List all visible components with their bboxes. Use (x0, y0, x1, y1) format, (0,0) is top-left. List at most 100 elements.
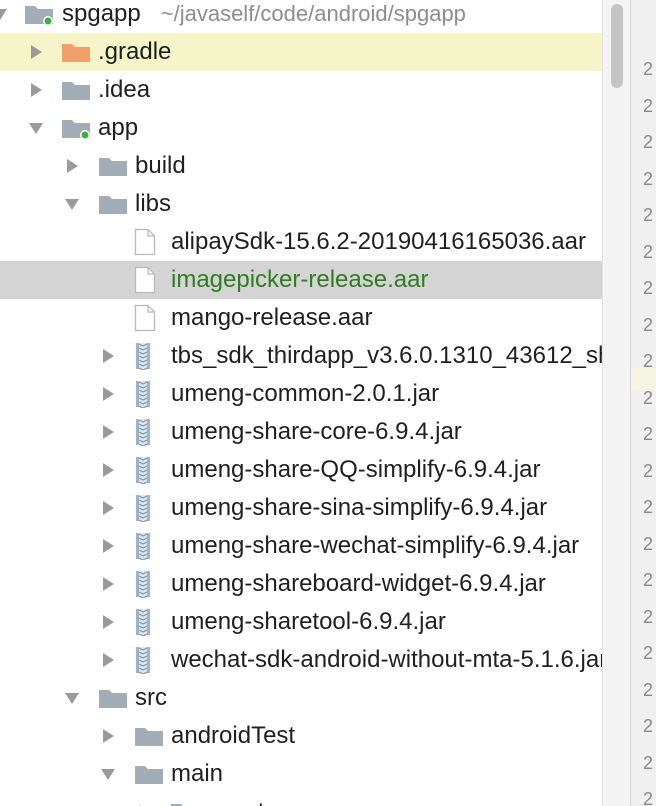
chevron-right-icon[interactable] (100, 728, 116, 744)
jar-icon (134, 456, 152, 489)
tree-item-label: umeng-share-core-6.9.4.jar (171, 418, 462, 445)
tree-item-label: .gradle (98, 38, 172, 65)
folder-icon (61, 79, 91, 106)
folder-icon (98, 155, 128, 182)
jar-icon (134, 494, 152, 527)
tree-item-umeng-share-core-6-9-4-jar[interactable]: umeng-share-core-6.9.4.jar (0, 413, 602, 451)
tree-item-label: umeng-common-2.0.1.jar (171, 380, 440, 407)
tree-item-tbs-sdk-thirdapp-v3-6-0-1310-43612-share[interactable]: tbs_sdk_thirdapp_v3.6.0.1310_43612_share… (0, 337, 602, 375)
line-number: 2 (643, 533, 654, 554)
project-tree[interactable]: spgapp ~/javaself/code/android/spgapp .gr… (0, 0, 602, 806)
line-number: 2 (643, 424, 654, 444)
line-number: 2 (643, 606, 654, 627)
tree-item-wechat-sdk-android-without-mta-5-1-6-jar[interactable]: wechat-sdk-android-without-mta-5.1.6.jar (0, 641, 602, 679)
tree-item-label: alipaySdk-15.6.2-20190416165036.aar (171, 228, 586, 255)
tree-item-idea[interactable]: .idea (0, 71, 602, 109)
tree-item-umeng-sharetool-6-9-4-jar[interactable]: umeng-sharetool-6.9.4.jar (0, 603, 602, 641)
tree-item-libs[interactable]: libs (0, 185, 602, 223)
tree-item-label: src (135, 684, 167, 711)
line-number: 2 (643, 59, 654, 79)
tree-item-app[interactable]: app (0, 109, 602, 147)
file-icon (134, 228, 156, 261)
line-number: 2 (643, 716, 654, 736)
tree-item-label: main (171, 760, 224, 787)
jar-icon (134, 532, 152, 565)
chevron-right-icon[interactable] (100, 424, 116, 440)
chevron-right-icon[interactable] (100, 538, 116, 554)
tree-item-label: spgapp ~/javaself/code/android/spgapp (62, 0, 466, 27)
tree-item-label: umeng-share-wechat-simplify-6.9.4.jar (171, 532, 580, 559)
folder-icon (134, 763, 164, 790)
tree-item-alipaysdk-15-6-2-20190416165036-aar[interactable]: alipaySdk-15.6.2-20190416165036.aar (0, 223, 602, 261)
line-number: 2 (643, 497, 654, 517)
tree-item-main[interactable]: main (0, 755, 602, 793)
file-icon (134, 304, 156, 337)
jar-icon (134, 608, 152, 641)
chevron-right-icon[interactable] (100, 652, 116, 668)
chevron-down-icon[interactable] (100, 766, 116, 782)
chevron-right-icon[interactable] (100, 386, 116, 402)
line-number: 2 (643, 789, 654, 806)
folder-icon (98, 193, 128, 220)
tree-item-label: build (135, 152, 186, 179)
tree-item-spgapp[interactable]: spgapp ~/javaself/code/android/spgapp (0, 0, 602, 33)
chevron-right-icon[interactable] (100, 614, 116, 630)
chevron-down-icon[interactable] (64, 690, 80, 706)
folder-icon (98, 687, 128, 714)
folder-icon (134, 725, 164, 752)
tree-item-mango-release-aar[interactable]: mango-release.aar (0, 299, 602, 337)
editor-line-gutter: 2 2 2 2 2 2 2 2 2 2 2 2 2 2 2 2 2 2 2 2 2 (630, 0, 656, 806)
tree-item-label: mango-release.aar (171, 304, 373, 331)
line-number: 2 (643, 241, 654, 262)
chevron-right-icon[interactable] (28, 44, 44, 60)
line-number: 2 (643, 132, 654, 152)
module-folder-icon (24, 3, 54, 30)
jar-icon (134, 342, 152, 375)
tree-item-label: app (98, 114, 139, 141)
tree-item-src[interactable]: src (0, 679, 602, 717)
chevron-right-icon[interactable] (28, 82, 44, 98)
tree-item-gradle[interactable]: .gradle (0, 33, 602, 71)
line-number: 2 (643, 205, 654, 225)
chevron-right-icon[interactable] (64, 158, 80, 174)
tree-item-androidtest[interactable]: androidTest (0, 717, 602, 755)
tree-item-umeng-share-sina-simplify-6-9-4-jar[interactable]: umeng-share-sina-simplify-6.9.4.jar (0, 489, 602, 527)
tree-item-label: umeng-share-QQ-simplify-6.9.4.jar (171, 456, 541, 483)
chevron-down-icon[interactable] (64, 196, 80, 212)
line-number: 2 (643, 570, 654, 590)
tree-item-umeng-share-qq-simplify-6-9-4-jar[interactable]: umeng-share-QQ-simplify-6.9.4.jar (0, 451, 602, 489)
line-number: 2 (643, 643, 654, 663)
tree-item-label: libs (135, 190, 172, 217)
chevron-right-icon[interactable] (100, 462, 116, 478)
tree-item-label: imagepicker-release.aar (171, 266, 429, 293)
jar-icon (134, 570, 152, 603)
chevron-right-icon[interactable] (100, 348, 116, 364)
tree-item-label: umeng-share-sina-simplify-6.9.4.jar (171, 494, 548, 521)
chevron-right-icon[interactable] (100, 500, 116, 516)
tree-item-umeng-shareboard-widget-6-9-4-jar[interactable]: umeng-shareboard-widget-6.9.4.jar (0, 565, 602, 603)
line-number: 2 (643, 752, 654, 773)
line-number: 2 (643, 168, 654, 189)
current-line-highlight (631, 368, 656, 390)
jar-icon (134, 646, 152, 679)
vertical-scrollbar[interactable] (602, 0, 631, 806)
tree-item-imagepicker-release-aar[interactable]: imagepicker-release.aar (0, 261, 602, 299)
line-number: 2 (643, 460, 654, 481)
chevron-down-icon[interactable] (28, 120, 44, 136)
chevron-down-icon[interactable] (0, 6, 8, 22)
tree-item-label: .idea (98, 76, 151, 103)
line-number: 2 (643, 278, 654, 298)
tree-item-umeng-share-wechat-simplify-6-9-4-jar[interactable]: umeng-share-wechat-simplify-6.9.4.jar (0, 527, 602, 565)
tree-item-umeng-common-2-0-1-jar[interactable]: umeng-common-2.0.1.jar (0, 375, 602, 413)
jar-icon (134, 380, 152, 413)
tree-item-label: umeng-sharetool-6.9.4.jar (171, 608, 446, 635)
tree-item-label: tbs_sdk_thirdapp_v3.6.0.1310_43612_share… (171, 342, 602, 369)
line-number: 2 (643, 387, 654, 408)
tree-item-label: androidTest (171, 722, 296, 749)
tree-item-assets[interactable]: assets (0, 793, 602, 806)
tree-item-build[interactable]: build (0, 147, 602, 185)
line-number: 2 (643, 314, 654, 335)
chevron-right-icon[interactable] (100, 576, 116, 592)
scrollbar-thumb[interactable] (611, 4, 623, 88)
tree-item-label: assets (207, 793, 276, 806)
